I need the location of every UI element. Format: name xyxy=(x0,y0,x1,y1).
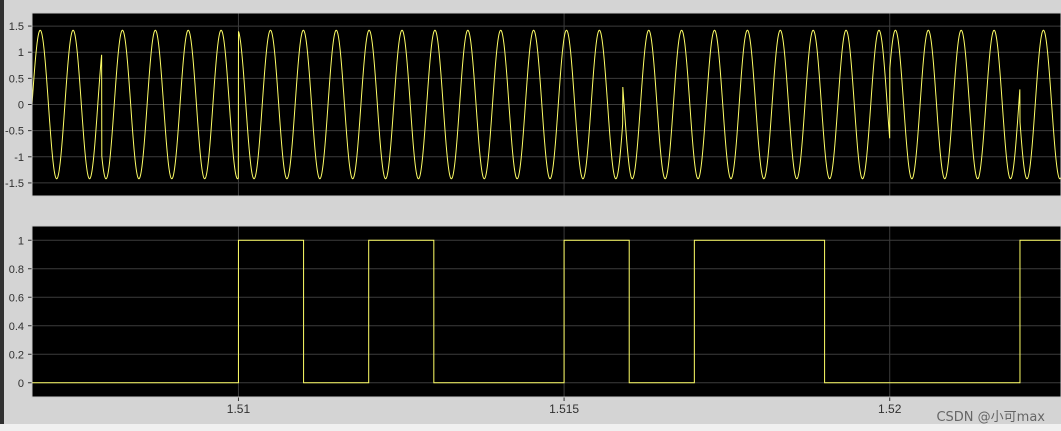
top-y-tick-label: 1 xyxy=(18,47,24,59)
top-y-tick-label: -0.5 xyxy=(5,126,24,138)
top-y-tick-label: -1 xyxy=(14,152,24,164)
x-tick-label: 1.51 xyxy=(227,402,251,416)
bottom-plot-background xyxy=(32,226,1061,397)
top-y-axis: 1.5 1 0.5 0 -0.5 -1 -1.5 xyxy=(5,21,32,190)
top-y-tick-label: 0 xyxy=(18,100,24,112)
bottom-y-tick-label: 0.8 xyxy=(9,264,24,276)
x-axis: 1.51 1.515 1.52 xyxy=(227,397,902,416)
bottom-y-tick-label: 1 xyxy=(18,235,24,247)
top-y-tick-label: 0.5 xyxy=(9,73,24,85)
x-tick-label: 1.515 xyxy=(549,402,579,416)
bottom-y-axis: 1 0.8 0.6 0.4 0.2 0 xyxy=(9,235,32,390)
bottom-y-tick-label: 0.2 xyxy=(9,349,24,361)
x-tick-label: 1.52 xyxy=(878,402,902,416)
watermark: CSDN @小可max xyxy=(936,410,1045,425)
top-plot[interactable]: 1.5 1 0.5 0 -0.5 -1 -1.5 xyxy=(0,0,1061,205)
top-y-tick-label: -1.5 xyxy=(5,178,24,190)
bottom-plot[interactable]: 1 0.8 0.6 0.4 0.2 0 1.51 1.515 1.52 xyxy=(0,205,1061,424)
status-band xyxy=(0,424,1061,431)
top-y-tick-label: 1.5 xyxy=(9,21,24,33)
bottom-y-tick-label: 0.4 xyxy=(9,321,24,333)
bottom-y-tick-label: 0 xyxy=(18,378,24,390)
bottom-y-tick-label: 0.6 xyxy=(9,292,24,304)
scope-window: 1.5 1 0.5 0 -0.5 -1 -1.5 1 0.8 0.6 0.4 0.2 0 1.51 1.… xyxy=(0,0,1061,431)
